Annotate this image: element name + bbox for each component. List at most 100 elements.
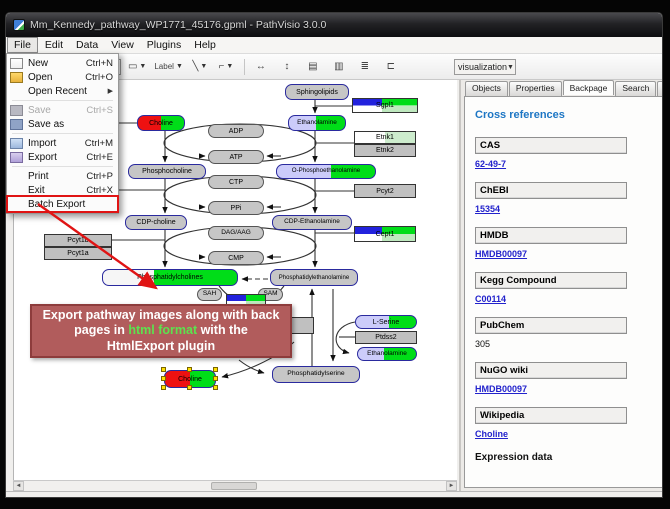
menu-separator [12, 100, 113, 101]
title-bar[interactable]: Mm_Kennedy_pathway_WP1771_45176.gpml - P… [6, 13, 662, 37]
crossref-link[interactable]: Choline [475, 429, 662, 439]
menubar-item-data[interactable]: Data [70, 38, 104, 52]
node-label: Choline [178, 376, 202, 383]
pathway-node-phosphocholine[interactable]: Phosphocholine [128, 164, 206, 179]
pathway-node-phosphatidylethanolamine[interactable]: Phosphatidylethanolamine [270, 269, 358, 286]
crossref-section-pubchem: PubChem305 [475, 317, 662, 349]
selection-handle[interactable] [187, 367, 192, 372]
pathway-node-dag-aag[interactable]: DAG/AAG [208, 226, 264, 240]
crossref-link[interactable]: 62-49-7 [475, 159, 662, 169]
selection-handle[interactable] [187, 385, 192, 390]
file-menu-item-import[interactable]: ImportCtrl+M [8, 136, 117, 150]
pathway-node-cdp-ethanolamine[interactable]: CDP-Ethanolamine [272, 215, 352, 230]
tab-legend[interactable]: Legend [657, 81, 663, 96]
tab-backpage[interactable]: Backpage [563, 80, 615, 95]
selection-handle[interactable] [161, 367, 166, 372]
pathway-node-pcyt2[interactable]: Pcyt2 [354, 184, 416, 198]
pathway-node-sgpl1[interactable]: Sgpl1 [352, 98, 418, 113]
file-menu-item-open[interactable]: OpenCtrl+O [8, 70, 117, 84]
align-vertical-button[interactable]: ↕ [277, 58, 297, 76]
menubar-item-file[interactable]: File [7, 37, 38, 53]
pathway-node-o-phosphoethanolamine[interactable]: O-Phosphoethanolamine [276, 164, 376, 179]
stack-horizontal-button[interactable]: ▤ [303, 58, 323, 76]
tab-properties[interactable]: Properties [509, 81, 562, 96]
gene-tool-button[interactable]: ▭▼ [127, 58, 147, 76]
pathway-node-etnk2[interactable]: Etnk2 [354, 144, 416, 157]
window-title: Mm_Kennedy_pathway_WP1771_45176.gpml - P… [30, 19, 326, 31]
menubar-item-help[interactable]: Help [188, 38, 222, 52]
horizontal-scrollbar[interactable]: ◄ ► [13, 480, 457, 491]
selection-handle[interactable] [213, 376, 218, 381]
file-menu-item-open-recent[interactable]: Open Recent▶ [8, 84, 117, 98]
common-size-button[interactable]: ≣ [355, 58, 375, 76]
file-menu-item-exit[interactable]: ExitCtrl+X [8, 183, 117, 197]
scrollbar-thumb[interactable] [211, 482, 257, 490]
file-menu-item-batch-export[interactable]: Batch Export [8, 197, 117, 211]
pathway-node-ethanolamine-bottom[interactable]: Ethanolamine [357, 347, 417, 361]
desktop-background: Mm_Kennedy_pathway_WP1771_45176.gpml - P… [0, 0, 670, 509]
node-label: Phosphocholine [142, 168, 192, 175]
pathway-node-ethanolamine-top[interactable]: Ethanolamine [288, 115, 346, 131]
crossref-link[interactable]: HMDB00097 [475, 249, 662, 259]
crossref-section-nugo-wiki: NuGO wikiHMDB00097 [475, 362, 662, 394]
toolbar-buttons: ▭▼ Label▼ ╲▼ ⌐▼ ↔ ↕ ▤ ▥ ≣ ⊏ [121, 58, 401, 76]
menu-item-label: Print [28, 171, 86, 182]
visualization-combobox[interactable]: visualization ▼ [454, 59, 516, 75]
selection-handle[interactable] [213, 385, 218, 390]
pathway-node-sphingolipids[interactable]: Sphingolipids [285, 84, 349, 100]
chevron-down-icon: ▼ [139, 63, 146, 70]
pathway-node-adp[interactable]: ADP [208, 124, 264, 138]
pathway-node-sah[interactable]: SAH [197, 288, 222, 301]
pathway-node-phosphatidylcholines[interactable]: Phosphatidylcholines [102, 269, 238, 286]
pathway-node-cmp[interactable]: CMP [208, 251, 264, 265]
file-menu-item-new[interactable]: NewCtrl+N [8, 56, 117, 70]
tab-search[interactable]: Search [615, 81, 656, 96]
crossref-link[interactable]: C00114 [475, 294, 662, 304]
pathway-node-choline-top[interactable]: Choline [137, 115, 185, 131]
chevron-down-icon: ▼ [226, 63, 233, 70]
pathway-node-phosphatidylserine[interactable]: Phosphatidylserine [272, 366, 360, 383]
line-tool-button[interactable]: ╲▼ [190, 58, 210, 76]
align-horizontal-button[interactable]: ↔ [251, 58, 271, 76]
pathway-node-cdp-choline[interactable]: CDP-choline [125, 215, 187, 230]
pathway-node-ctp[interactable]: CTP [208, 175, 264, 189]
pathway-node-pcyt1b[interactable]: Pcyt1b [44, 234, 112, 247]
node-label: Sphingolipids [296, 89, 338, 96]
file-menu-item-print[interactable]: PrintCtrl+P [8, 169, 117, 183]
menubar-item-edit[interactable]: Edit [39, 38, 69, 52]
stack-vertical-button[interactable]: ▥ [329, 58, 349, 76]
pathway-node-ptdss2[interactable]: Ptdss2 [355, 331, 417, 344]
cross-references-list: CAS62-49-7ChEBI15354HMDBHMDB00097Kegg Co… [475, 137, 662, 439]
menubar-item-plugins[interactable]: Plugins [141, 38, 187, 52]
scroll-right-icon[interactable]: ► [446, 481, 457, 491]
crossref-link[interactable]: HMDB00097 [475, 384, 662, 394]
pathway-node-ppi[interactable]: PPi [208, 201, 264, 215]
node-label: ADP [229, 128, 243, 135]
crossref-section-hmdb: HMDBHMDB00097 [475, 227, 662, 259]
selection-handle[interactable] [161, 376, 166, 381]
pathway-node-atp[interactable]: ATP [208, 150, 264, 164]
new-panel-button[interactable]: ⊏ [381, 58, 401, 76]
label-tool-button[interactable]: Label▼ [153, 58, 184, 76]
pathway-node-l-serine[interactable]: L-Serine [355, 315, 417, 329]
scroll-left-icon[interactable]: ◄ [13, 481, 24, 491]
menu-item-label: Open [28, 72, 85, 83]
export-icon [10, 152, 23, 163]
backpage-panel: Cross references CAS62-49-7ChEBI15354HMD… [464, 96, 663, 488]
pathway-node-pcyt1a[interactable]: Pcyt1a [44, 247, 112, 260]
menu-item-shortcut: Ctrl+E [86, 152, 113, 163]
selection-handle[interactable] [213, 367, 218, 372]
crossref-link[interactable]: 15354 [475, 204, 662, 214]
selection-handle[interactable] [161, 385, 166, 390]
file-menu-item-export[interactable]: ExportCtrl+E [8, 150, 117, 164]
pathway-node-cept1[interactable]: Cept1 [354, 226, 416, 242]
node-label: CTP [229, 179, 243, 186]
tab-objects[interactable]: Objects [465, 81, 508, 96]
connector-tool-button[interactable]: ⌐▼ [216, 58, 236, 76]
menubar-item-view[interactable]: View [105, 38, 140, 52]
node-label: Phosphatidylcholines [137, 274, 203, 281]
crossref-section-cas: CAS62-49-7 [475, 137, 662, 169]
menu-item-label: Import [28, 138, 85, 149]
pathway-node-etnk1[interactable]: Etnk1 [354, 131, 416, 144]
file-menu-item-save-as[interactable]: Save as [8, 117, 117, 131]
